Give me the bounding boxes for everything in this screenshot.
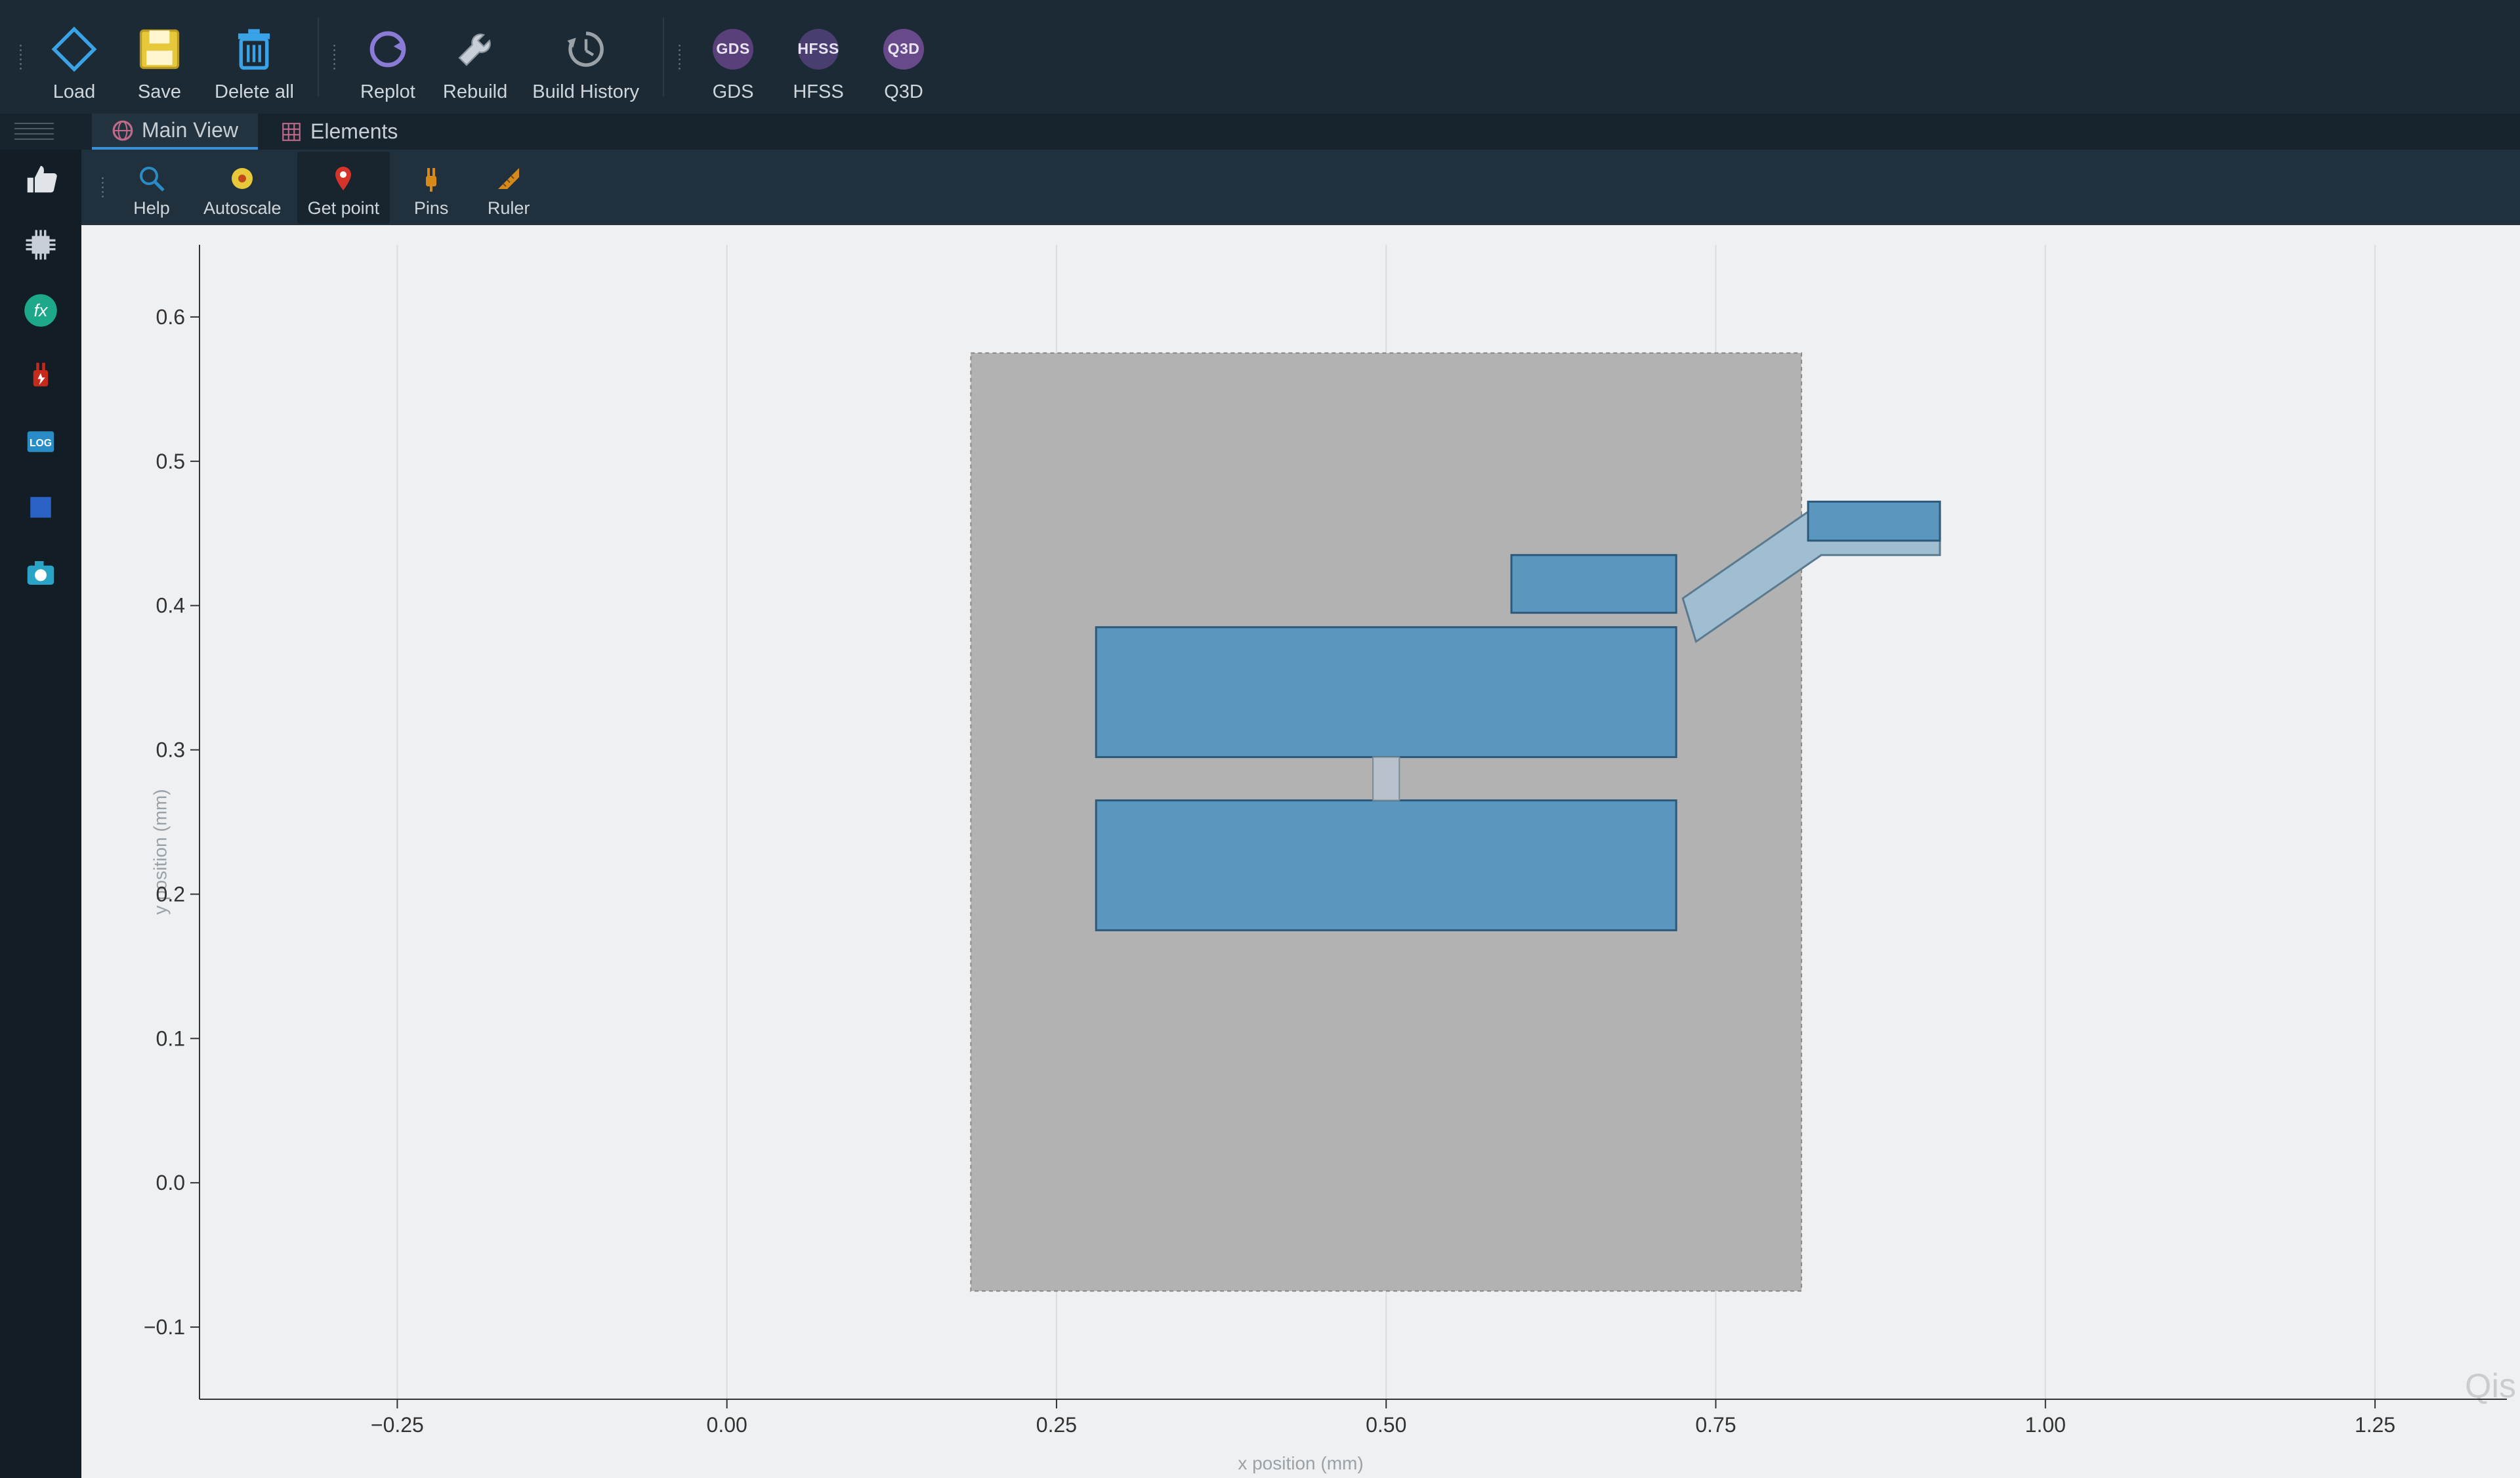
load-button[interactable]: Load xyxy=(35,5,114,110)
hfss-label: HFSS xyxy=(793,81,843,103)
svg-text:0.00: 0.00 xyxy=(707,1413,747,1437)
build-history-button[interactable]: Build History xyxy=(523,5,648,110)
autoscale-label: Autoscale xyxy=(203,198,282,219)
trash-icon xyxy=(231,26,277,72)
replot-label: Replot xyxy=(360,81,415,103)
autoscale-button[interactable]: Autoscale xyxy=(193,152,292,224)
svg-text:0.50: 0.50 xyxy=(1366,1413,1406,1437)
svg-text:0.6: 0.6 xyxy=(156,305,185,329)
tab-elements[interactable]: Elements xyxy=(261,114,417,150)
ruler-button[interactable]: Ruler xyxy=(472,152,545,224)
rail-fx[interactable]: fx xyxy=(18,287,64,333)
ruler-icon xyxy=(494,164,523,193)
hfss-export-button[interactable]: HFSS HFSS xyxy=(779,5,858,110)
floppy-save-icon xyxy=(136,26,182,72)
help-button[interactable]: Help xyxy=(116,152,188,224)
q3d-label: Q3D xyxy=(884,81,923,103)
save-label: Save xyxy=(138,81,181,103)
toolbar-grip-3[interactable] xyxy=(679,18,681,96)
pins-button[interactable]: Pins xyxy=(395,152,467,224)
svg-text:1.25: 1.25 xyxy=(2355,1413,2395,1437)
rail-thumbs-up[interactable] xyxy=(18,156,64,202)
svg-text:LOG: LOG xyxy=(30,438,52,449)
plug-icon xyxy=(417,164,446,193)
toolbar-grip-1[interactable] xyxy=(20,18,22,96)
svg-text:0.1: 0.1 xyxy=(156,1026,185,1050)
tab-main-view[interactable]: Main View xyxy=(92,114,258,150)
rail-chip[interactable] xyxy=(18,222,64,268)
delete-all-label: Delete all xyxy=(215,81,294,103)
tab-elements-label: Elements xyxy=(310,119,398,144)
svg-text:0.75: 0.75 xyxy=(1695,1413,1736,1437)
svg-text:0.5: 0.5 xyxy=(156,450,185,473)
grid-icon xyxy=(280,121,303,143)
svg-text:0.3: 0.3 xyxy=(156,738,185,762)
svg-text:1.00: 1.00 xyxy=(2025,1413,2066,1437)
gds-export-button[interactable]: GDS GDS xyxy=(694,5,772,110)
svg-text:−0.1: −0.1 xyxy=(144,1315,185,1339)
rebuild-label: Rebuild xyxy=(443,81,507,103)
hfss-badge-icon: HFSS xyxy=(795,26,841,72)
get-point-label: Get point xyxy=(308,198,380,219)
svg-text:fx: fx xyxy=(33,301,49,320)
rail-camera[interactable] xyxy=(18,550,64,596)
magnifier-help-icon xyxy=(137,164,166,193)
get-point-button[interactable]: Get point xyxy=(297,152,390,224)
svg-text:−0.25: −0.25 xyxy=(371,1413,424,1437)
svg-text:0.0: 0.0 xyxy=(156,1171,185,1194)
save-button[interactable]: Save xyxy=(120,5,199,110)
replot-button[interactable]: Replot xyxy=(348,5,427,110)
rebuild-button[interactable]: Rebuild xyxy=(434,5,516,110)
top-toolbar: Load Save Delete all Replot Rebuild Buil… xyxy=(0,0,2520,114)
tab-strip: Main View Elements xyxy=(0,114,2520,150)
tab-main-view-label: Main View xyxy=(142,118,238,142)
diamond-load-icon xyxy=(51,26,97,72)
history-icon xyxy=(563,26,609,72)
globe-icon xyxy=(112,119,134,142)
plot-svg: −0.1 0.0 0.1 0.2 0.3 0.4 0.5 0.6 −0.25 0.00 0.25 0.… xyxy=(81,225,2520,1478)
rail-power[interactable] xyxy=(18,353,64,399)
plot-canvas[interactable]: y position (mm) x position (mm) Qis −0.1… xyxy=(81,225,2520,1478)
secondary-toolbar: Help Autoscale Get point Pins Ruler xyxy=(0,150,2520,225)
toolbar-divider-1 xyxy=(318,18,319,96)
toolbar-divider-2 xyxy=(663,18,664,96)
delete-all-button[interactable]: Delete all xyxy=(205,5,303,110)
help-label: Help xyxy=(133,198,170,219)
pin-icon xyxy=(329,164,358,193)
sec-grip[interactable] xyxy=(102,158,104,217)
rail-log[interactable]: LOG xyxy=(18,419,64,465)
load-label: Load xyxy=(53,81,96,103)
svg-text:0.4: 0.4 xyxy=(156,594,185,618)
gds-label: GDS xyxy=(713,81,754,103)
svg-text:0.25: 0.25 xyxy=(1036,1413,1077,1437)
gds-badge-icon: GDS xyxy=(710,26,756,72)
refresh-icon xyxy=(365,26,411,72)
q3d-badge-icon: Q3D xyxy=(881,26,927,72)
pins-label: Pins xyxy=(414,198,449,219)
build-history-label: Build History xyxy=(532,81,639,103)
ruler-label: Ruler xyxy=(488,198,530,219)
side-rail: fx LOG xyxy=(0,150,81,1478)
rail-stop[interactable] xyxy=(18,484,64,530)
toolbar-grip-2[interactable] xyxy=(333,18,335,96)
svg-text:0.2: 0.2 xyxy=(156,882,185,906)
target-icon xyxy=(228,164,257,193)
wrench-icon xyxy=(452,26,498,72)
q3d-export-button[interactable]: Q3D Q3D xyxy=(864,5,943,110)
